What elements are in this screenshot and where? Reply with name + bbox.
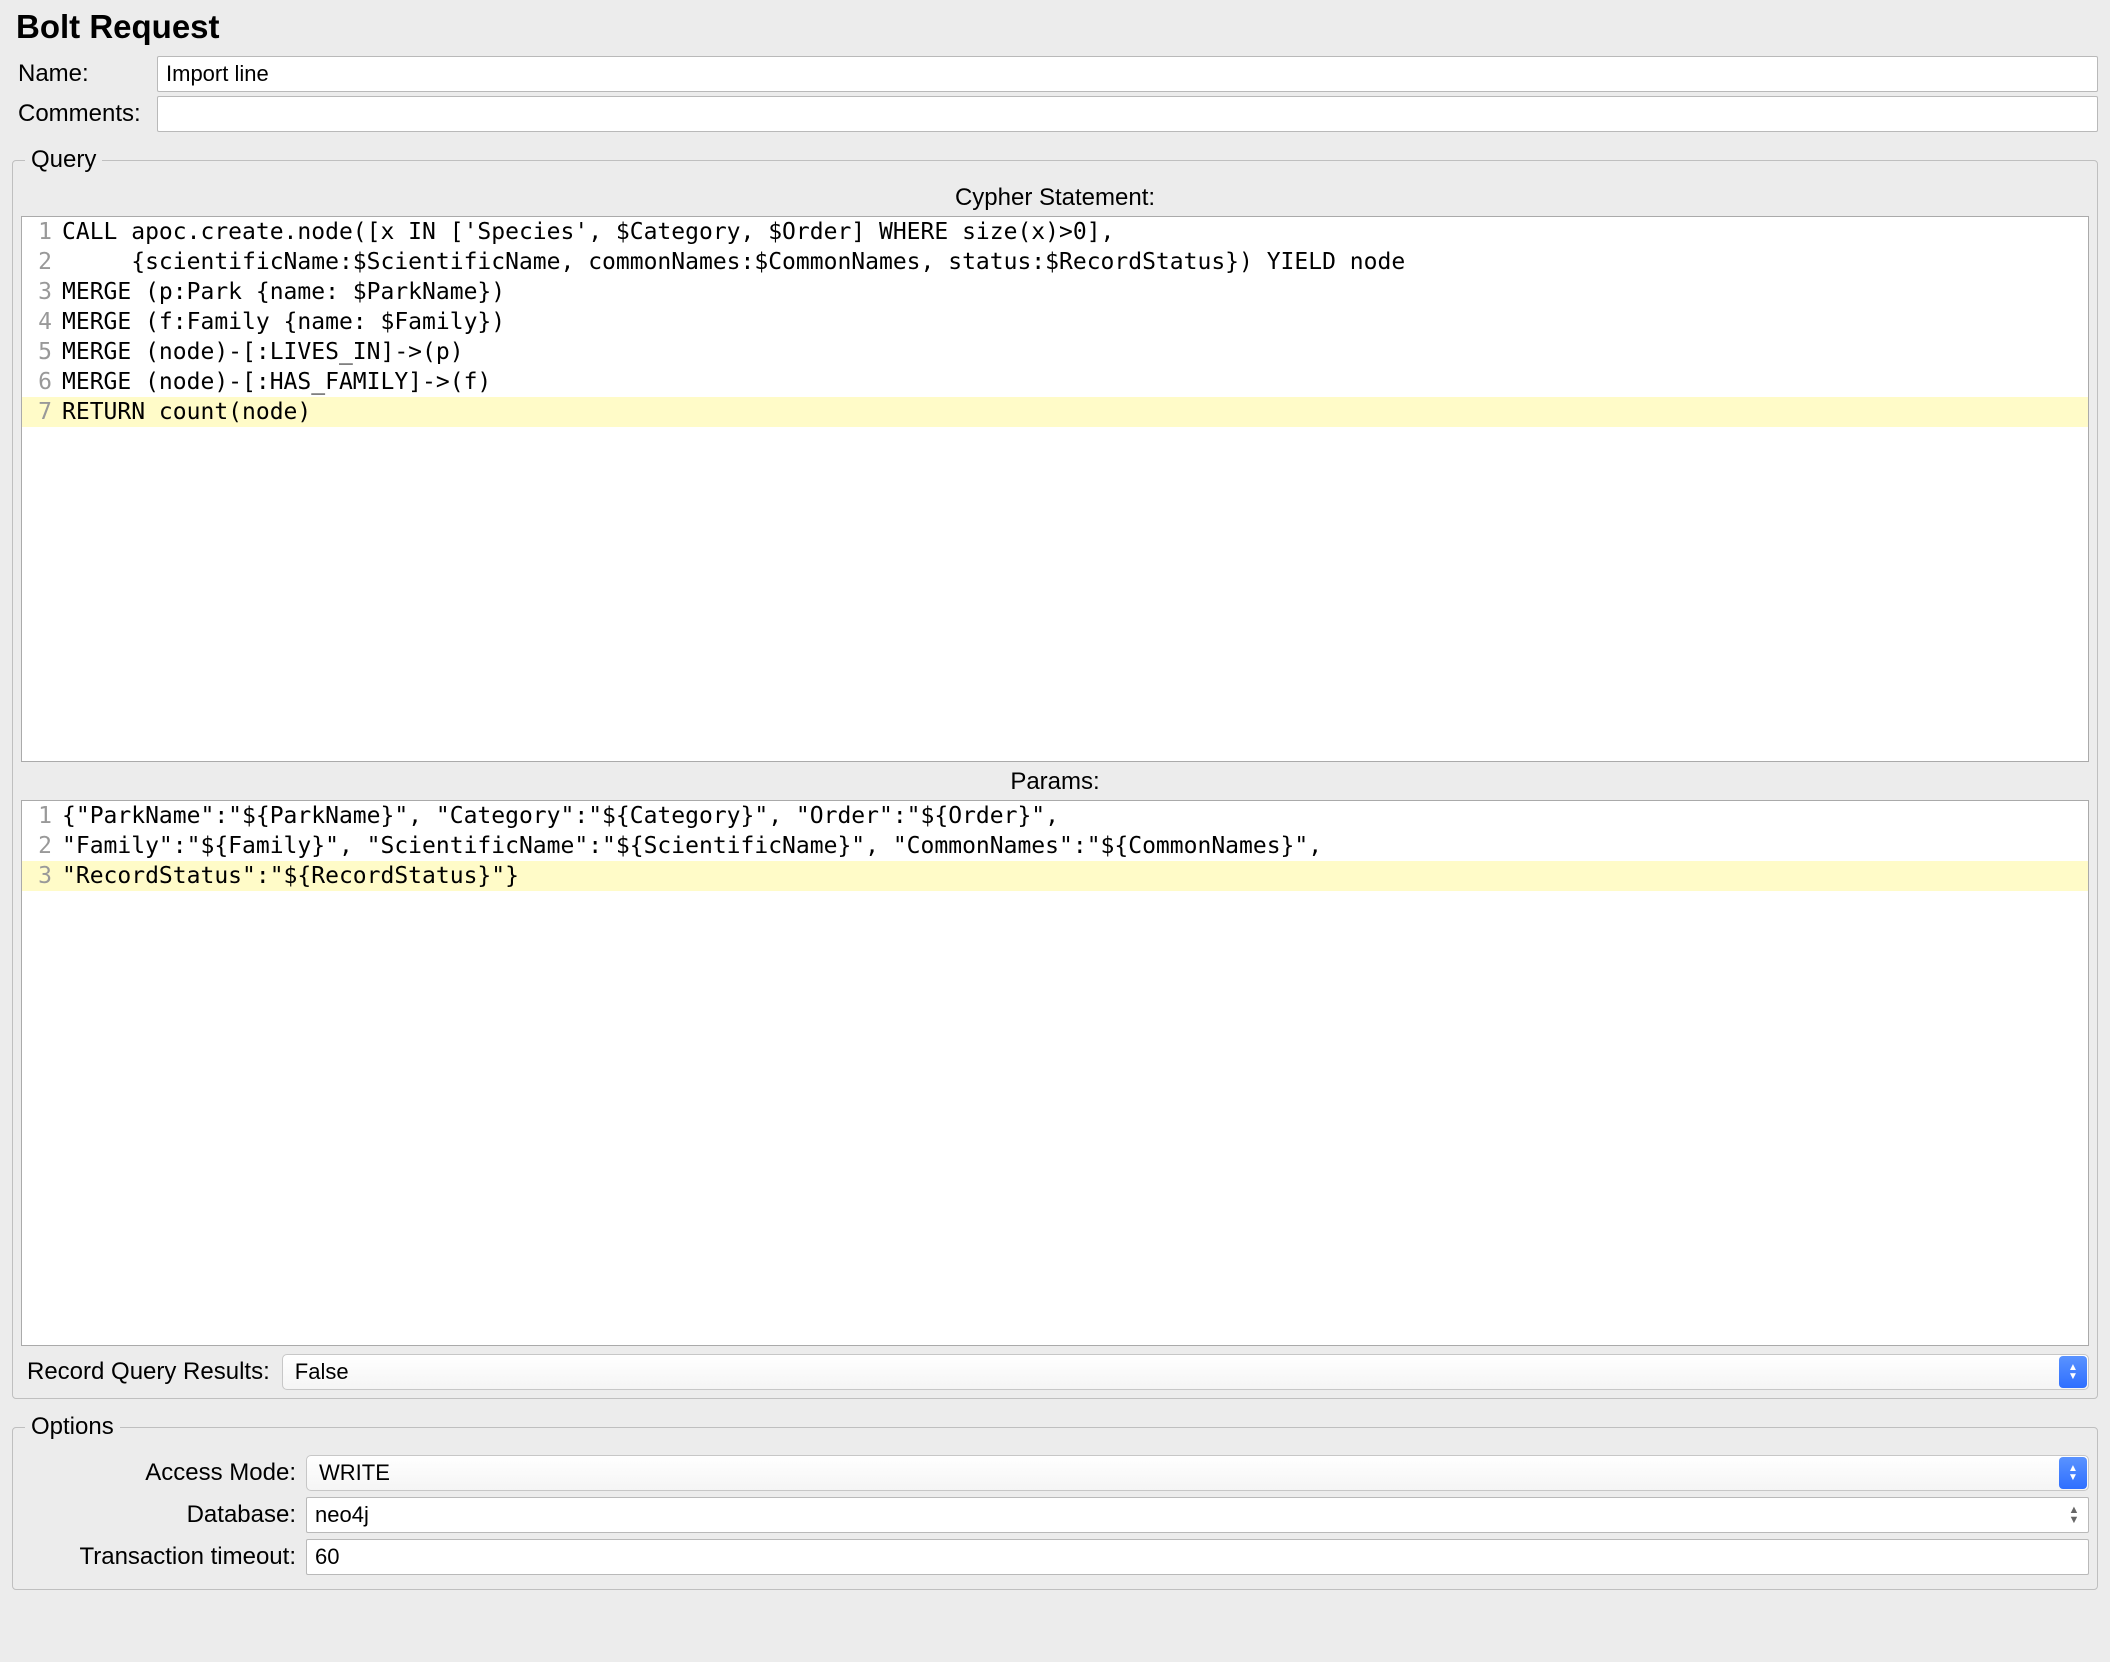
cypher-editor[interactable]: 1CALL apoc.create.node([x IN ['Species',… <box>21 216 2089 762</box>
options-fieldset: Options Access Mode: WRITE ▲▼ Database: … <box>12 1413 2098 1590</box>
line-number: 2 <box>22 247 62 277</box>
line-code[interactable]: RETURN count(node) <box>62 397 2088 427</box>
record-results-select[interactable]: False ▲▼ <box>282 1354 2089 1390</box>
params-label: Params: <box>21 768 2089 796</box>
options-legend: Options <box>25 1413 120 1441</box>
line-code[interactable]: MERGE (node)-[:HAS_FAMILY]->(f) <box>62 367 2088 397</box>
query-fieldset: Query Cypher Statement: 1CALL apoc.creat… <box>12 146 2098 1399</box>
line-code[interactable]: {scientificName:$ScientificName, commonN… <box>62 247 2088 277</box>
name-input[interactable] <box>157 56 2098 92</box>
page-title: Bolt Request <box>16 8 2098 46</box>
access-mode-select[interactable]: WRITE ▲▼ <box>306 1455 2089 1491</box>
line-code[interactable]: MERGE (p:Park {name: $ParkName}) <box>62 277 2088 307</box>
editor-line[interactable]: 2 {scientificName:$ScientificName, commo… <box>22 247 2088 277</box>
comments-input[interactable] <box>157 96 2098 132</box>
name-label: Name: <box>12 60 157 88</box>
line-number: 6 <box>22 367 62 397</box>
stepper-arrows-icon[interactable]: ▲▼ <box>2063 1501 2085 1529</box>
line-code[interactable]: "RecordStatus":"${RecordStatus}"} <box>62 861 2088 891</box>
line-number: 5 <box>22 337 62 367</box>
database-label: Database: <box>21 1501 306 1529</box>
editor-line[interactable]: 1{"ParkName":"${ParkName}", "Category":"… <box>22 801 2088 831</box>
database-combo[interactable]: ▲▼ <box>306 1497 2089 1533</box>
timeout-label: Transaction timeout: <box>21 1543 306 1571</box>
line-number: 1 <box>22 217 62 247</box>
editor-line[interactable]: 4MERGE (f:Family {name: $Family}) <box>22 307 2088 337</box>
access-mode-label: Access Mode: <box>21 1459 306 1487</box>
editor-line[interactable]: 6MERGE (node)-[:HAS_FAMILY]->(f) <box>22 367 2088 397</box>
database-input[interactable] <box>306 1497 2089 1533</box>
query-legend: Query <box>25 146 102 174</box>
access-mode-value: WRITE <box>319 1460 390 1486</box>
line-code[interactable]: {"ParkName":"${ParkName}", "Category":"$… <box>62 801 2088 831</box>
line-number: 1 <box>22 801 62 831</box>
line-number: 3 <box>22 861 62 891</box>
line-code[interactable]: MERGE (f:Family {name: $Family}) <box>62 307 2088 337</box>
editor-line[interactable]: 7RETURN count(node) <box>22 397 2088 427</box>
line-number: 4 <box>22 307 62 337</box>
editor-line[interactable]: 5MERGE (node)-[:LIVES_IN]->(p) <box>22 337 2088 367</box>
editor-line[interactable]: 3"RecordStatus":"${RecordStatus}"} <box>22 861 2088 891</box>
line-code[interactable]: "Family":"${Family}", "ScientificName":"… <box>62 831 2088 861</box>
line-number: 7 <box>22 397 62 427</box>
editor-line[interactable]: 1CALL apoc.create.node([x IN ['Species',… <box>22 217 2088 247</box>
params-editor[interactable]: 1{"ParkName":"${ParkName}", "Category":"… <box>21 800 2089 1346</box>
editor-line[interactable]: 2"Family":"${Family}", "ScientificName":… <box>22 831 2088 861</box>
record-results-value: False <box>295 1359 349 1385</box>
cypher-statement-label: Cypher Statement: <box>21 184 2089 212</box>
line-number: 3 <box>22 277 62 307</box>
dropdown-arrows-icon: ▲▼ <box>2059 1457 2087 1489</box>
line-code[interactable]: MERGE (node)-[:LIVES_IN]->(p) <box>62 337 2088 367</box>
record-results-label: Record Query Results: <box>21 1358 282 1386</box>
timeout-input[interactable] <box>306 1539 2089 1575</box>
editor-line[interactable]: 3MERGE (p:Park {name: $ParkName}) <box>22 277 2088 307</box>
line-number: 2 <box>22 831 62 861</box>
line-code[interactable]: CALL apoc.create.node([x IN ['Species', … <box>62 217 2088 247</box>
dropdown-arrows-icon: ▲▼ <box>2059 1356 2087 1388</box>
comments-label: Comments: <box>12 100 157 128</box>
